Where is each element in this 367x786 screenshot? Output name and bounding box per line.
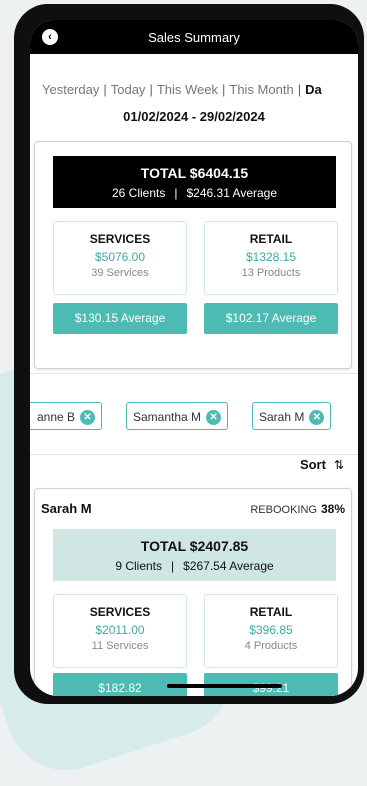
staff-chip-label: anne B [37, 410, 76, 424]
staff-name: Sarah M [41, 501, 92, 516]
rebooking-value: 38% [320, 502, 345, 516]
retail-label: RETAIL [249, 232, 293, 246]
total-value: TOTAL $6404.15 [140, 165, 249, 181]
home-indicator [167, 684, 282, 688]
period-this-month[interactable]: This Month [229, 82, 293, 97]
period-divider: | [297, 82, 302, 97]
staff-chip[interactable]: anne B ✕ [30, 402, 103, 430]
services-label: SERVICES [89, 232, 151, 246]
staff-services-count: 11 Services [91, 640, 149, 652]
period-today[interactable]: Today [111, 82, 146, 97]
summary-card: TOTAL $6404.15 26 Clients | $246.31 Averag… [34, 141, 352, 369]
rebooking-stat: REBOOKING 38% [250, 502, 345, 516]
retail-average-button[interactable]: $102.17 Average [204, 303, 338, 334]
staff-retail-count: 4 Products [244, 640, 298, 652]
staff-retail-label: RETAIL [249, 605, 293, 619]
sort-arrows-icon: ⇅ [333, 458, 344, 472]
period-yesterday[interactable]: Yesterday [42, 82, 99, 97]
remove-icon[interactable]: ✕ [80, 410, 96, 426]
staff-chip[interactable]: Samantha M ✕ [126, 402, 229, 430]
staff-chip[interactable]: Sarah M ✕ [252, 402, 332, 430]
period-divider: | [222, 82, 226, 97]
services-count: 39 Services [91, 267, 149, 279]
retail-count: 13 Products [241, 267, 301, 279]
rebooking-label: REBOOKING [250, 504, 317, 516]
staff-total-value: TOTAL $2407.85 [140, 538, 249, 554]
services-box: SERVICES $5076.00 39 Services [53, 221, 187, 295]
staff-filter-bar: anne B ✕ Samantha M ✕ Sarah M ✕ [30, 373, 358, 455]
top-bar: ‹ Sales Summary [30, 20, 358, 54]
services-value: $5076.00 [94, 250, 146, 264]
period-this-week[interactable]: This Week [157, 82, 218, 97]
staff-total-box: TOTAL $2407.85 9 Clients | $267.54 Average [53, 529, 336, 581]
divider: | [171, 559, 175, 573]
staff-services-box: SERVICES $2011.00 11 Services [53, 594, 187, 668]
sort-label: Sort [299, 457, 326, 472]
date-range-label: 01/02/2024 - 29/02/2024 [123, 109, 265, 124]
staff-services-value: $2011.00 [95, 623, 145, 637]
total-box: TOTAL $6404.15 26 Clients | $246.31 Averag… [53, 156, 336, 208]
period-divider: | [149, 82, 153, 97]
staff-card[interactable]: Sarah M REBOOKING 38% TOTAL $2407.85 9 Cl… [34, 488, 352, 696]
staff-total-subline: 9 Clients | $267.54 Average [53, 559, 336, 573]
staff-chip-label: Samantha M [133, 410, 202, 424]
remove-icon[interactable]: ✕ [206, 410, 222, 426]
services-average-button[interactable]: $130.15 Average [53, 303, 187, 334]
page-title: Sales Summary [148, 30, 240, 45]
divider: | [174, 186, 178, 200]
period-selector: Yesterday | Today | This Week | This Month | Da [42, 82, 322, 97]
period-date-range[interactable]: Da [305, 82, 322, 97]
staff-chip-label: Sarah M [259, 410, 305, 424]
total-average: $246.31 Average [186, 186, 278, 200]
staff-services-label: SERVICES [89, 605, 151, 619]
staff-total-average: $267.54 Average [183, 559, 274, 573]
total-subline: 26 Clients | $246.31 Average [53, 186, 336, 200]
remove-icon[interactable]: ✕ [309, 410, 325, 426]
staff-retail-value: $396.85 [249, 623, 293, 637]
staff-retail-box: RETAIL $396.85 4 Products [204, 594, 338, 668]
clients-count: 26 Clients [111, 186, 166, 200]
retail-value: $1328.15 [245, 250, 297, 264]
sort-button[interactable]: Sort ⇅ [300, 457, 344, 472]
period-divider: | [103, 82, 107, 97]
app-screen: ‹ Sales Summary Yesterday | Today | This Wee… [30, 20, 358, 696]
staff-clients-count: 9 Clients [115, 559, 163, 573]
retail-box: RETAIL $1328.15 13 Products [204, 221, 338, 295]
